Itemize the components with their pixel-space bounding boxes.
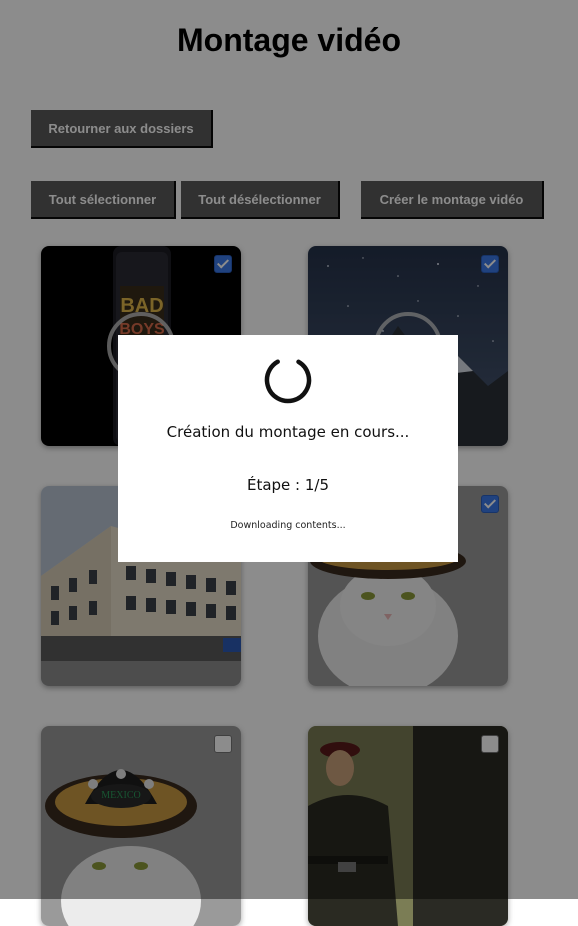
progress-step: Étape : 1/5 (246, 476, 330, 494)
progress-message: Création du montage en cours... (166, 423, 410, 441)
progress-detail: Downloading contents... (230, 520, 346, 531)
progress-dialog: Création du montage en cours... Étape : … (118, 335, 458, 562)
loading-spinner-icon (264, 356, 312, 404)
